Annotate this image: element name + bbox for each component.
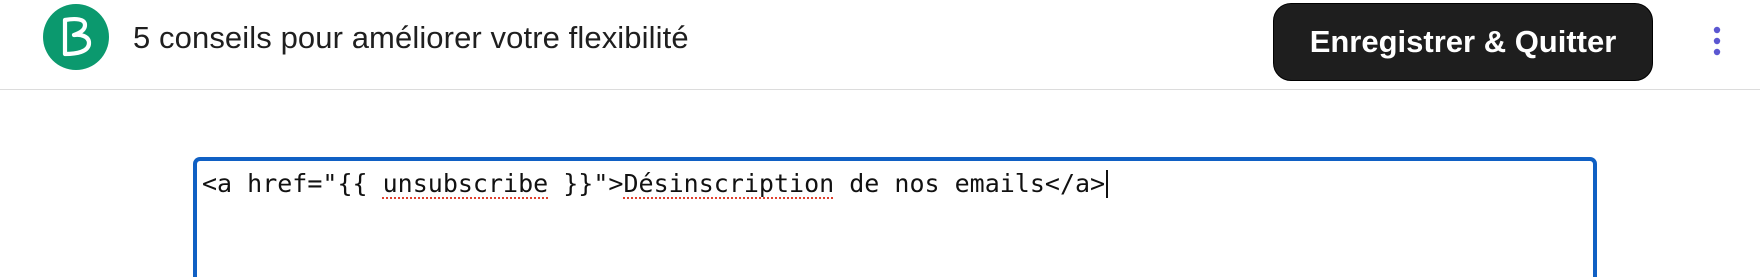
code-suffix: de nos emails</a> bbox=[834, 169, 1106, 198]
code-word-desinscription: Désinscription bbox=[623, 169, 835, 198]
save-and-quit-label: Enregistrer & Quitter bbox=[1309, 24, 1617, 59]
text-caret bbox=[1106, 170, 1109, 198]
brevo-logo-icon bbox=[43, 4, 109, 70]
kebab-menu-icon bbox=[1713, 26, 1721, 56]
html-code-editor[interactable]: <a href="{{ unsubscribe }}">Désinscripti… bbox=[193, 157, 1597, 277]
code-middle: }}"> bbox=[548, 169, 624, 198]
page-title: 5 conseils pour améliorer votre flexibil… bbox=[133, 20, 689, 55]
top-bar: 5 conseils pour améliorer votre flexibil… bbox=[0, 0, 1760, 90]
code-word-unsubscribe: unsubscribe bbox=[382, 169, 549, 198]
code-line[interactable]: <a href="{{ unsubscribe }}">Désinscripti… bbox=[202, 167, 1109, 201]
more-options-button[interactable] bbox=[1705, 24, 1729, 58]
logo-glyph bbox=[62, 16, 92, 57]
save-and-quit-button[interactable]: Enregistrer & Quitter bbox=[1273, 3, 1653, 81]
code-prefix: <a href="{{ bbox=[202, 169, 383, 198]
